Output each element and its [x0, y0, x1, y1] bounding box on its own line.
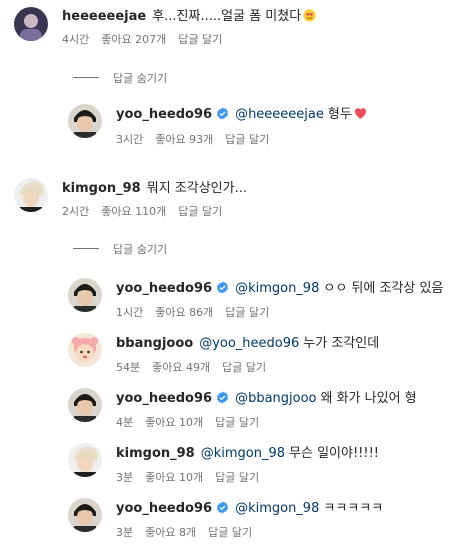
comment-text: 왜 화가 나있어 형 [320, 391, 417, 406]
comment-mention[interactable]: @kimgon_98 [201, 446, 285, 461]
verified-badge-icon [217, 391, 229, 404]
comment-text: 누가 조각인데 [303, 336, 380, 351]
reply-button[interactable]: 답글 달기 [225, 306, 269, 319]
avatar[interactable] [68, 443, 102, 477]
comment-likes[interactable]: 좋아요 110개 [101, 205, 166, 218]
comment-time: 54분 [116, 361, 141, 374]
avatar[interactable] [68, 498, 102, 532]
comment-username[interactable]: heeeeeejae [62, 9, 146, 24]
red-heart-emoji-icon [354, 108, 366, 119]
comment-username[interactable]: yoo_heedo96 [116, 391, 212, 406]
comment-username[interactable]: yoo_heedo96 [116, 501, 212, 516]
comment-likes[interactable]: 좋아요 8개 [145, 526, 196, 539]
comment-mention[interactable]: @bbangjooo [235, 391, 316, 406]
divider-line [73, 248, 99, 249]
avatar[interactable] [14, 7, 48, 41]
comment-username[interactable]: yoo_heedo96 [116, 281, 212, 296]
comment-text: 무슨 일이야!!!!! [289, 446, 380, 461]
comment-username[interactable]: bbangjooo [116, 336, 193, 351]
verified-badge-icon [217, 501, 229, 514]
reply-button[interactable]: 답글 달기 [222, 361, 266, 374]
reply-button[interactable]: 답글 달기 [215, 471, 259, 484]
avatar[interactable] [14, 178, 48, 212]
avatar[interactable] [68, 333, 102, 367]
reply-button[interactable]: 답글 달기 [208, 526, 252, 539]
avatar[interactable] [68, 278, 102, 312]
comment-time: 1시간 [116, 306, 144, 319]
comment-time: 3시간 [116, 133, 144, 146]
reply-button[interactable]: 답글 달기 [178, 33, 222, 46]
comment-time: 2시간 [62, 205, 90, 218]
avatar[interactable] [68, 388, 102, 422]
comment-likes[interactable]: 좋아요 49개 [152, 361, 210, 374]
comment-text: ㅋㅋㅋㅋㅋ [323, 501, 384, 516]
comment-mention[interactable]: @yoo_heedo96 [199, 336, 299, 351]
comment-likes[interactable]: 좋아요 10개 [145, 471, 203, 484]
hide-replies-button[interactable]: 답글 숨기기 [73, 241, 167, 257]
reply-button[interactable]: 답글 달기 [225, 133, 269, 146]
comment-text: 형두 [327, 107, 352, 122]
comment-time: 4분 [116, 416, 134, 429]
verified-badge-icon [217, 281, 229, 294]
comment-text: 뭐지 조각상인가... [146, 181, 247, 196]
comment-mention[interactable]: @kimgon_98 [235, 281, 319, 296]
avatar[interactable] [68, 104, 102, 138]
hide-replies-button[interactable]: 답글 숨기기 [73, 70, 167, 86]
comment-mention[interactable]: @heeeeeejae [235, 107, 324, 122]
reply-button[interactable]: 답글 달기 [178, 205, 222, 218]
divider-line [73, 77, 99, 78]
comment-mention[interactable]: @kimgon_98 [235, 501, 319, 516]
comment-username[interactable]: kimgon_98 [62, 181, 141, 196]
comment-likes[interactable]: 좋아요 207개 [101, 33, 166, 46]
comment-time: 3분 [116, 526, 134, 539]
comment-username[interactable]: yoo_heedo96 [116, 107, 212, 122]
verified-badge-icon [217, 107, 229, 120]
comment-likes[interactable]: 좋아요 86개 [155, 306, 213, 319]
comment-text: ㅇㅇ 뒤에 조각상 있음 [323, 281, 444, 296]
reply-button[interactable]: 답글 달기 [215, 416, 259, 429]
comment-likes[interactable]: 좋아요 10개 [145, 416, 203, 429]
heart-eyes-emoji-icon [303, 9, 316, 22]
comment-time: 4시간 [62, 33, 90, 46]
comment-text: 후...진짜.....얼굴 폼 미쳤다 [152, 9, 302, 24]
comment-time: 3분 [116, 471, 134, 484]
comment-likes[interactable]: 좋아요 93개 [155, 133, 213, 146]
comment-username[interactable]: kimgon_98 [116, 446, 195, 461]
